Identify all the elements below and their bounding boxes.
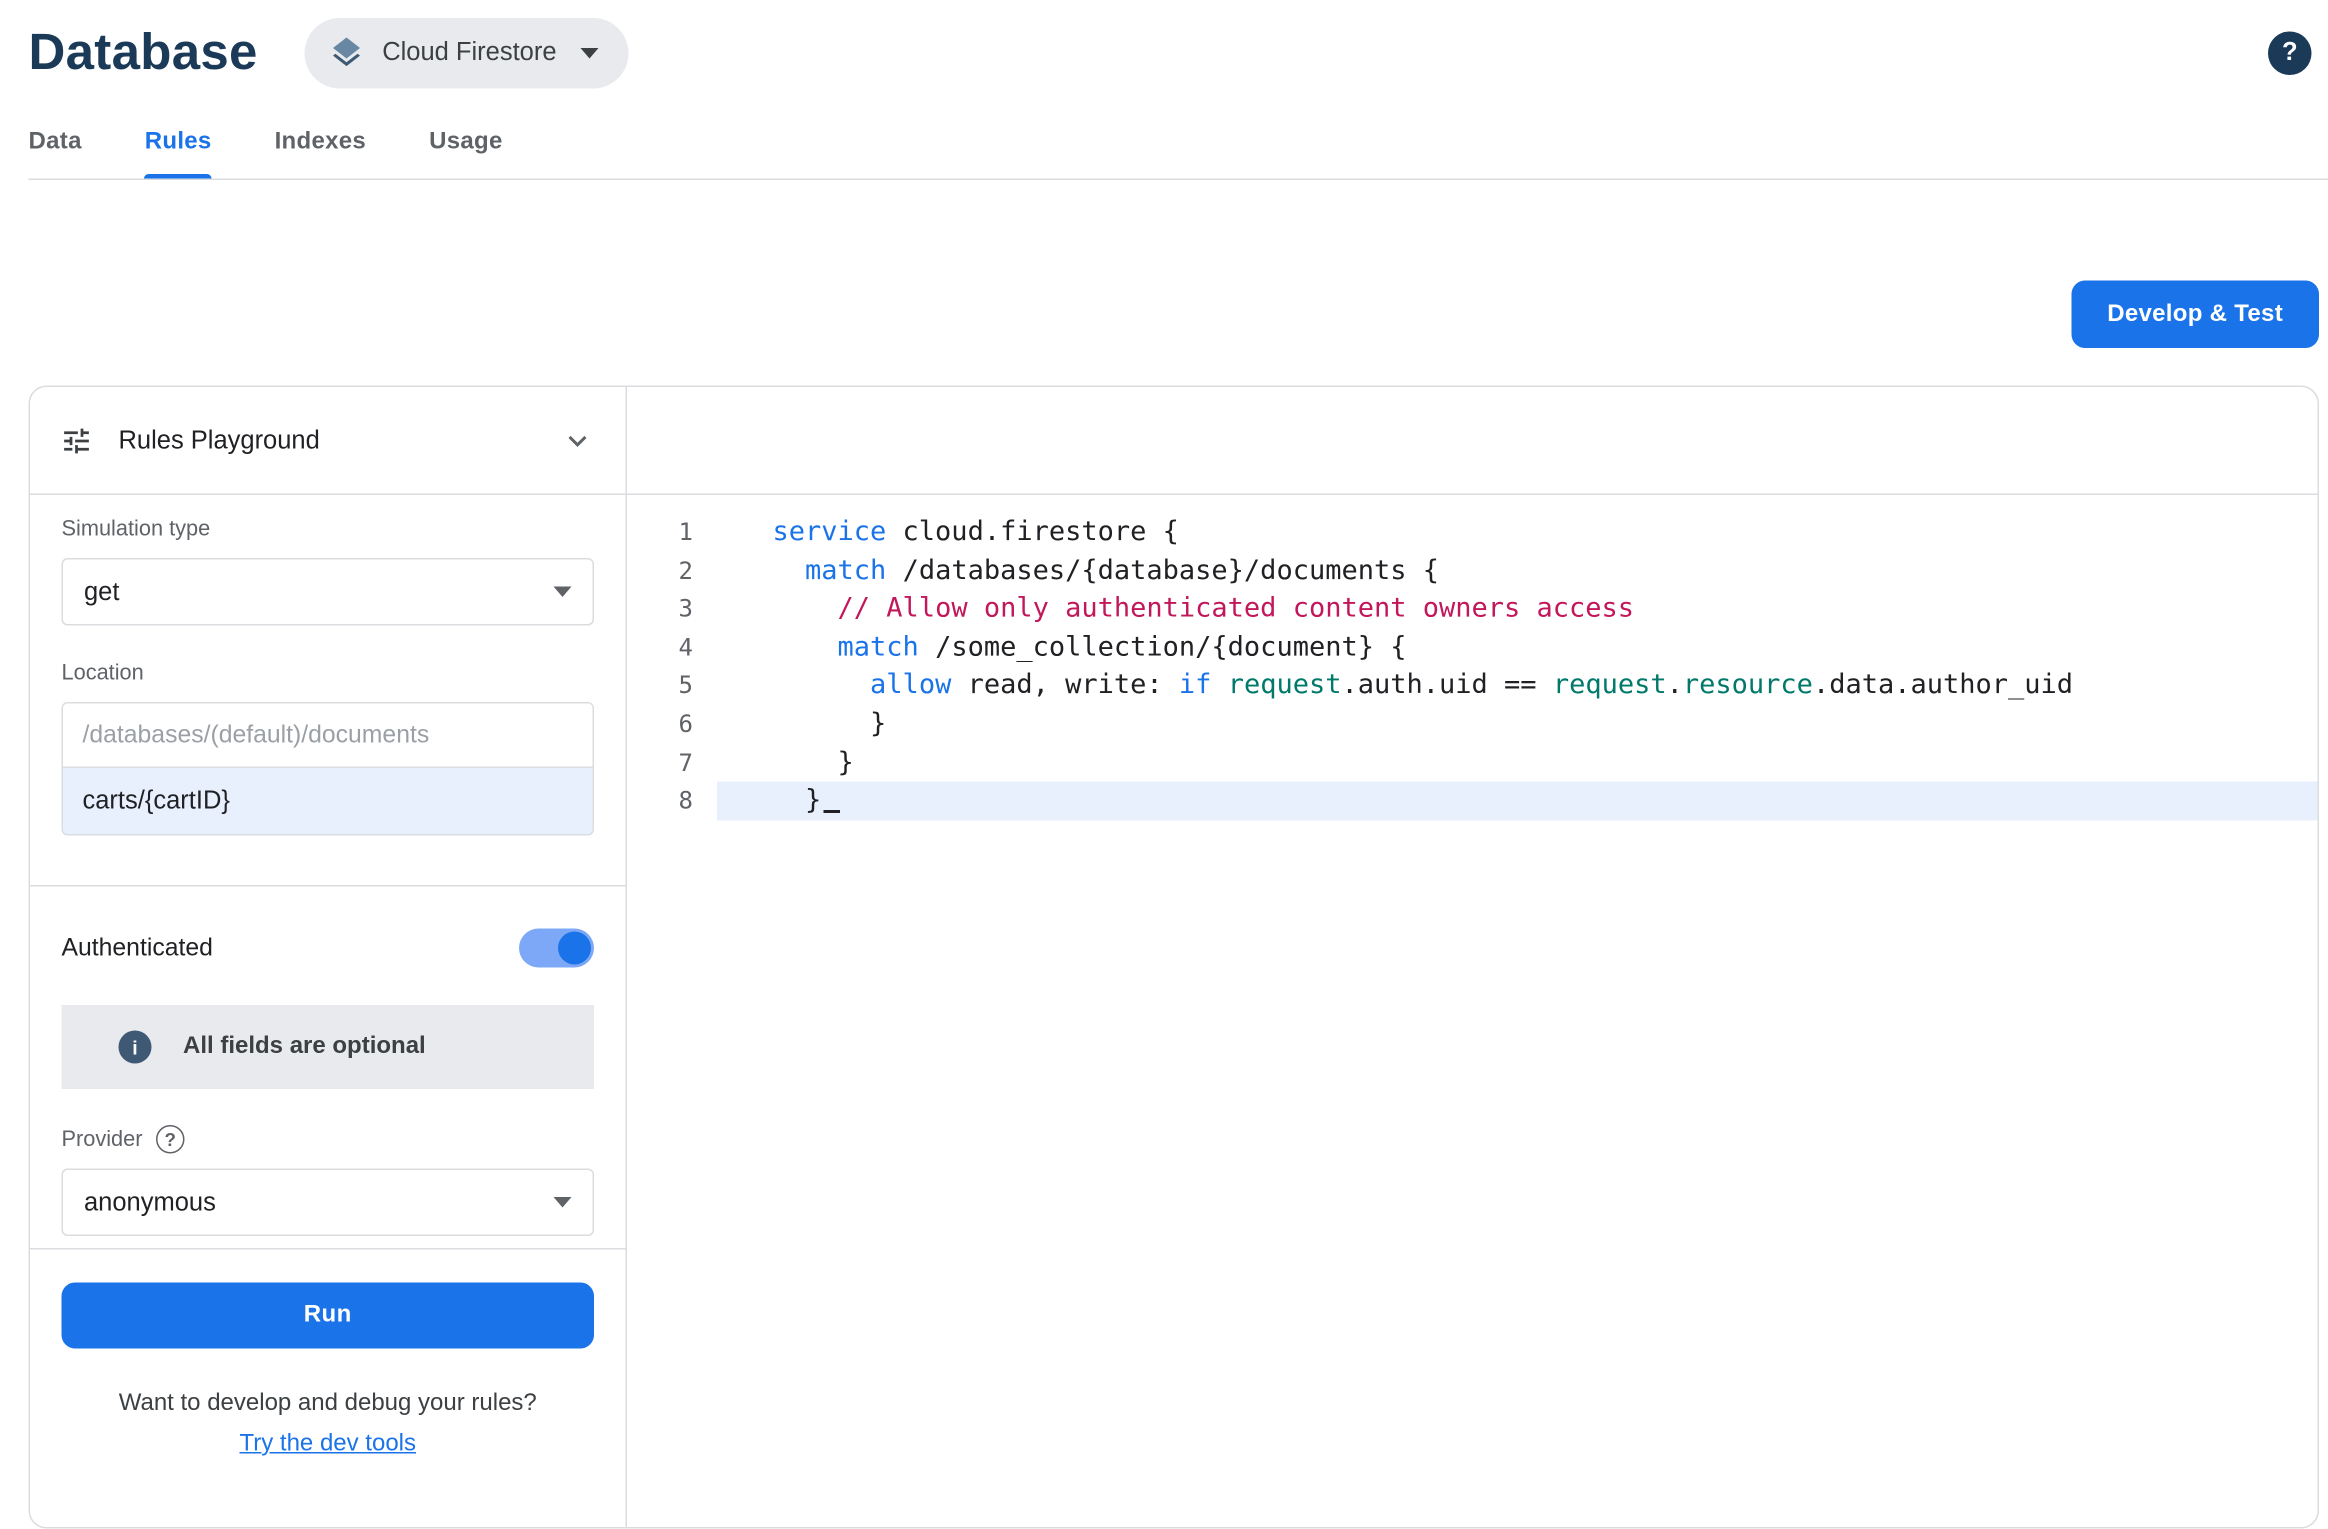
code-text: allow read, write: if request.auth.uid =… (717, 667, 2318, 705)
playground-title: Rules Playground (119, 425, 320, 455)
simulation-type-select[interactable]: get (62, 558, 595, 626)
page-title: Database (29, 23, 258, 82)
provider-value: anonymous (84, 1187, 216, 1217)
authenticated-label: Authenticated (62, 934, 213, 963)
line-number: 8 (627, 782, 717, 820)
chevron-down-icon (581, 47, 599, 58)
develop-test-button[interactable]: Develop & Test (2071, 281, 2319, 349)
rules-editor: 1service cloud.firestore {2 match /datab… (627, 387, 2318, 1527)
info-message: All fields are optional (183, 1034, 426, 1061)
dev-tools-prompt: Want to develop and debug your rules? (62, 1391, 595, 1418)
line-number: 6 (627, 705, 717, 743)
line-number: 2 (627, 551, 717, 589)
provider-label-row: Provider ? (62, 1125, 595, 1154)
info-banner: i All fields are optional (62, 1005, 595, 1089)
code-line: 4 match /some_collection/{document} { (627, 628, 2318, 666)
code-line: 3 // Allow only authenticated content ow… (627, 590, 2318, 628)
actions-row: Develop & Test (0, 281, 2328, 349)
tab-rules-label: Rules (145, 129, 212, 155)
simulation-section: Simulation type get Location /databases/… (30, 495, 626, 836)
location-base-path[interactable]: /databases/(default)/documents (63, 704, 593, 769)
line-number: 4 (627, 628, 717, 666)
code-text: } (717, 782, 2318, 820)
line-number: 1 (627, 513, 717, 551)
code-line: 7 } (627, 743, 2318, 781)
page-header: Database Cloud Firestore ? (0, 0, 2328, 90)
tab-usage-label: Usage (429, 129, 503, 155)
question-mark-icon: ? (2282, 38, 2298, 68)
rules-card: Rules Playground Simulation type get Loc… (29, 386, 2320, 1529)
firestore-icon (328, 35, 364, 71)
tab-data[interactable]: Data (29, 129, 114, 179)
code-line: 2 match /databases/{database}/documents … (627, 551, 2318, 589)
chevron-down-icon (554, 1197, 572, 1208)
code-text: service cloud.firestore { (717, 513, 2318, 551)
simulation-type-value: get (84, 577, 119, 607)
rules-playground-panel: Rules Playground Simulation type get Loc… (30, 387, 627, 1527)
provider-label: Provider (62, 1127, 143, 1151)
code-line: 8 } (627, 782, 2318, 820)
code-text: } (717, 743, 2318, 781)
product-selector-label: Cloud Firestore (382, 38, 556, 68)
authenticated-row: Authenticated (62, 929, 595, 968)
tab-rules[interactable]: Rules (113, 129, 243, 179)
code-line: 6 } (627, 705, 2318, 743)
code-text: } (717, 705, 2318, 743)
help-button[interactable]: ? (2268, 31, 2312, 75)
text-cursor (823, 782, 840, 814)
code-text: // Allow only authenticated content owne… (717, 590, 2318, 628)
authenticated-toggle[interactable] (519, 929, 594, 968)
provider-select[interactable]: anonymous (62, 1169, 595, 1237)
chevron-down-icon (554, 587, 572, 598)
product-selector[interactable]: Cloud Firestore (304, 17, 628, 88)
editor-toolbar (627, 387, 2318, 495)
provider-help-icon[interactable]: ? (156, 1125, 185, 1154)
toggle-thumb (558, 932, 591, 965)
line-number: 3 (627, 590, 717, 628)
line-number: 7 (627, 743, 717, 781)
location-input-group: /databases/(default)/documents carts/{ca… (62, 702, 595, 836)
rules-code-editor[interactable]: 1service cloud.firestore {2 match /datab… (627, 495, 2318, 1527)
code-line: 5 allow read, write: if request.auth.uid… (627, 667, 2318, 705)
code-line: 1service cloud.firestore { (627, 513, 2318, 551)
code-lines: 1service cloud.firestore {2 match /datab… (627, 513, 2318, 820)
tab-indexes[interactable]: Indexes (243, 129, 398, 179)
tab-indexes-label: Indexes (275, 129, 367, 155)
firebase-database-page: Database Cloud Firestore ? Data Rules In… (0, 0, 2328, 1472)
tab-usage[interactable]: Usage (398, 129, 535, 179)
simulation-type-label: Simulation type (62, 518, 595, 542)
run-section: Run Want to develop and debug your rules… (30, 1250, 626, 1486)
line-number: 5 (627, 667, 717, 705)
dev-tools-link[interactable]: Try the dev tools (62, 1431, 595, 1458)
collapse-chevron-icon[interactable] (560, 422, 596, 458)
playground-header: Rules Playground (30, 387, 626, 495)
location-label: Location (62, 662, 595, 686)
run-button[interactable]: Run (62, 1283, 595, 1349)
code-text: match /some_collection/{document} { (717, 628, 2318, 666)
code-text: match /databases/{database}/documents { (717, 551, 2318, 589)
auth-section: Authenticated i All fields are optional … (30, 887, 626, 1237)
tab-data-label: Data (29, 129, 82, 155)
tabs-bar: Data Rules Indexes Usage (29, 129, 2328, 180)
tune-icon (60, 424, 93, 457)
info-icon: i (119, 1031, 152, 1064)
location-path-input[interactable]: carts/{cartID} (63, 768, 593, 834)
